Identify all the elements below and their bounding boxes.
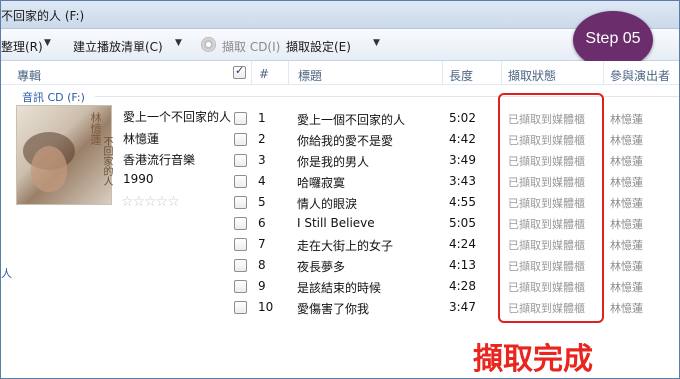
column-divider[interactable] <box>251 61 252 85</box>
rip-cd-button[interactable]: 擷取 CD(I) <box>222 38 280 55</box>
track-checkbox[interactable] <box>234 175 247 188</box>
column-divider[interactable] <box>501 61 502 85</box>
track-title: 你給我的愛不是愛 <box>297 134 394 148</box>
track-artist: 林憶蓮 <box>610 239 643 252</box>
track-title: 夜長夢多 <box>297 260 346 274</box>
track-checkbox[interactable] <box>234 238 247 251</box>
organize-dropdown-icon[interactable]: ▼ <box>44 38 51 48</box>
track-number: 8 <box>258 258 266 272</box>
track-artist: 林憶蓮 <box>610 302 643 315</box>
track-artist: 林憶蓮 <box>610 113 643 126</box>
track-length: 4:13 <box>449 258 476 272</box>
track-length: 3:49 <box>449 153 476 167</box>
track-length: 4:28 <box>449 279 476 293</box>
column-divider[interactable] <box>442 61 443 85</box>
track-title: 走在大街上的女子 <box>297 239 394 253</box>
track-number: 3 <box>258 153 266 167</box>
track-checkbox[interactable] <box>234 301 247 314</box>
track-number: 1 <box>258 111 266 125</box>
cd-icon <box>201 37 216 52</box>
track-title: 愛傷害了你我 <box>297 302 370 316</box>
track-length: 4:42 <box>449 132 476 146</box>
track-artist: 林憶蓮 <box>610 260 643 273</box>
track-length: 5:02 <box>449 111 476 125</box>
track-length: 3:43 <box>449 174 476 188</box>
step-badge-label: Step 05 <box>585 30 641 47</box>
track-number: 10 <box>258 300 274 314</box>
rip-settings-dropdown-icon[interactable]: ▼ <box>373 38 380 48</box>
organize-menu[interactable]: 整理(R) <box>1 38 43 55</box>
rip-settings-menu[interactable]: 擷取設定(E) <box>286 38 351 55</box>
track-title: I Still Believe <box>297 216 375 230</box>
left-pane-fragment[interactable]: 人 <box>1 265 12 281</box>
track-length: 4:55 <box>449 195 476 209</box>
track-artist: 林憶蓮 <box>610 281 643 294</box>
track-checkbox[interactable] <box>234 196 247 209</box>
track-artist: 林憶蓮 <box>610 218 643 231</box>
track-artist: 林憶蓮 <box>610 155 643 168</box>
group-header-audio-cd[interactable]: 音訊 CD (F:) <box>22 89 85 105</box>
track-checkbox[interactable] <box>234 217 247 230</box>
create-playlist-menu[interactable]: 建立播放清單(C) <box>73 38 163 55</box>
track-title: 是該結束的時候 <box>297 281 382 295</box>
track-length: 4:24 <box>449 237 476 251</box>
track-number: 7 <box>258 237 266 251</box>
column-number[interactable]: # <box>259 67 269 81</box>
track-title: 你是我的男人 <box>297 155 370 169</box>
rip-status-highlight-box <box>498 93 604 323</box>
rip-complete-annotation: 擷取完成 <box>473 342 593 377</box>
create-playlist-dropdown-icon[interactable]: ▼ <box>175 38 182 48</box>
track-artist: 林憶蓮 <box>610 197 643 210</box>
track-title: 哈囉寂寞 <box>297 176 346 190</box>
column-contributing-artist[interactable]: 參與演出者 <box>610 67 670 84</box>
track-checkbox[interactable] <box>234 259 247 272</box>
track-checkbox[interactable] <box>234 112 247 125</box>
column-rip-status[interactable]: 擷取狀態 <box>508 67 556 84</box>
column-divider[interactable] <box>288 61 289 85</box>
column-album[interactable]: 專輯 <box>17 67 41 84</box>
track-number: 6 <box>258 216 266 230</box>
window-title: 不回家的人 (F:) <box>1 9 85 23</box>
column-title[interactable]: 標題 <box>298 67 322 84</box>
track-title: 愛上一個不回家的人 <box>297 113 406 127</box>
track-number: 2 <box>258 132 266 146</box>
track-checkbox[interactable] <box>234 154 247 167</box>
track-number: 4 <box>258 174 266 188</box>
track-artist: 林憶蓮 <box>610 134 643 147</box>
track-number: 9 <box>258 279 266 293</box>
select-all-checkbox[interactable] <box>233 64 246 79</box>
track-checkbox[interactable] <box>234 280 247 293</box>
track-artist: 林憶蓮 <box>610 176 643 189</box>
track-length: 5:05 <box>449 216 476 230</box>
track-checkbox[interactable] <box>234 133 247 146</box>
track-length: 3:47 <box>449 300 476 314</box>
column-header-row: 專輯 # 標題 長度 擷取狀態 參與演出者 <box>1 61 679 85</box>
column-length[interactable]: 長度 <box>449 67 473 84</box>
column-divider[interactable] <box>603 61 604 85</box>
track-title: 情人的眼淚 <box>297 197 358 211</box>
media-player-window: 不回家的人 (F:) 整理(R) ▼ 建立播放清單(C) ▼ 擷取 CD(I) … <box>0 0 680 379</box>
track-number: 5 <box>258 195 266 209</box>
